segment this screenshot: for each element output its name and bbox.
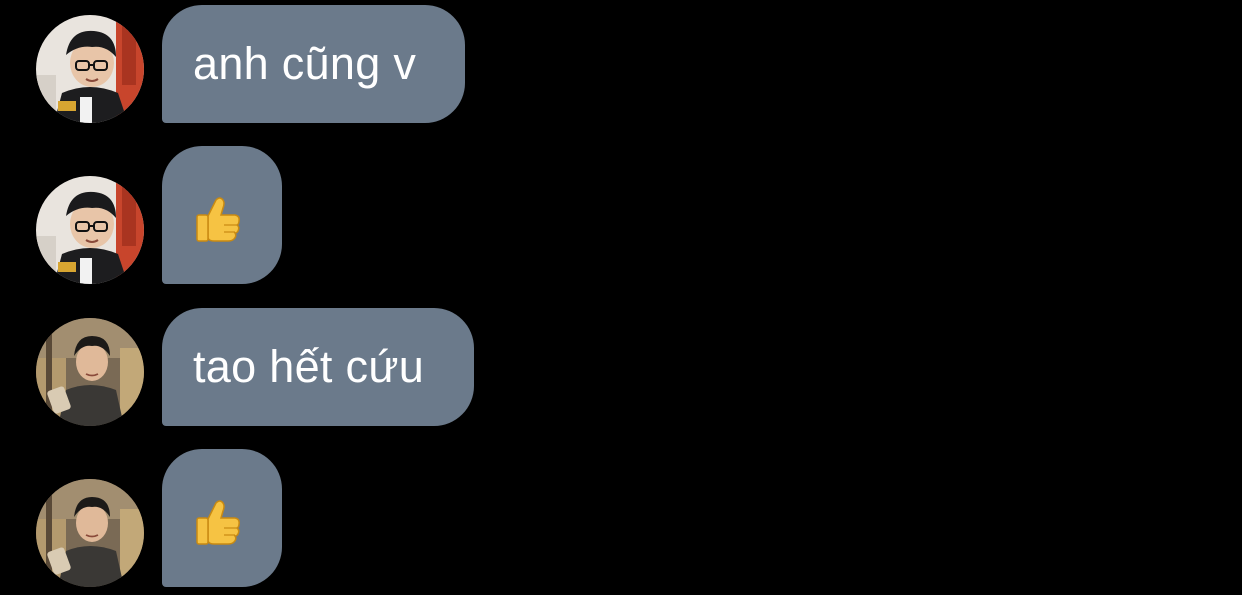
avatar-photo-user-b <box>36 318 144 426</box>
avatar[interactable] <box>36 318 144 426</box>
message-text: tao hết cứu <box>193 341 425 392</box>
message-bubble[interactable] <box>162 449 282 587</box>
message-row: tao hết cứu <box>0 308 1242 426</box>
message-bubble[interactable] <box>162 146 282 284</box>
avatar-photo-user-a <box>36 15 144 123</box>
avatar[interactable] <box>36 15 144 123</box>
message-text: anh cũng v <box>193 38 417 89</box>
message-bubble[interactable]: tao hết cứu <box>162 308 474 426</box>
avatar-photo-user-b <box>36 479 144 587</box>
avatar-photo-user-a <box>36 176 144 284</box>
thumbs-up-icon <box>196 500 240 545</box>
message-row <box>0 449 1242 587</box>
avatar[interactable] <box>36 176 144 284</box>
avatar[interactable] <box>36 479 144 587</box>
message-thread: anh cũng v tao hết cứu <box>0 0 1242 595</box>
message-bubble[interactable]: anh cũng v <box>162 5 465 123</box>
thumbs-up-icon <box>196 197 240 242</box>
message-row <box>0 146 1242 284</box>
message-row: anh cũng v <box>0 5 1242 123</box>
